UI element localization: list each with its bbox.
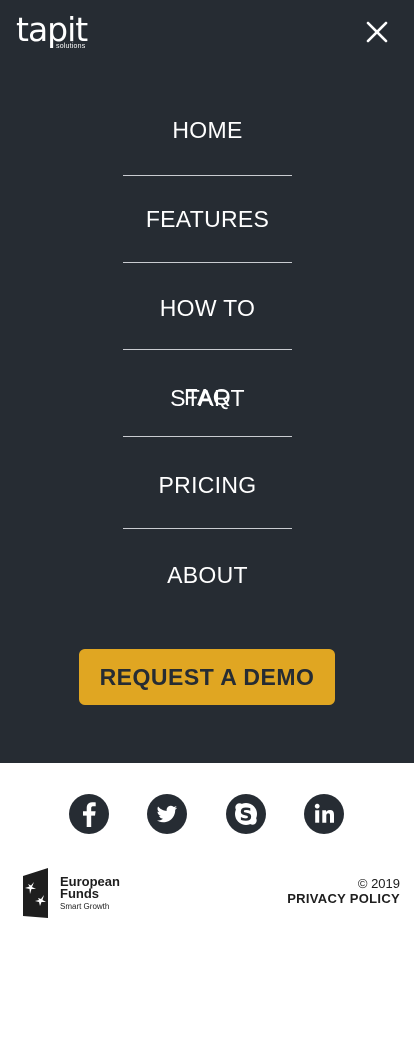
eu-flag-icon	[23, 868, 48, 918]
tapit-logo[interactable]: tapit solutions	[16, 12, 96, 52]
nav-item-faq[interactable]: FAQ	[123, 350, 292, 436]
close-menu-button[interactable]	[360, 15, 394, 49]
mobile-menu-panel: tapit solutions HOME FEATURES HOW TO STA…	[0, 0, 414, 763]
svg-text:S: S	[240, 805, 253, 826]
nav-item-how-to-start[interactable]: HOW TO START	[123, 263, 292, 411]
nav-item-pricing[interactable]: PRICING	[123, 437, 292, 528]
facebook-icon[interactable]	[68, 793, 110, 835]
twitter-icon[interactable]	[146, 793, 188, 835]
european-funds-logo: European Funds Smart Growth	[22, 868, 132, 920]
logo-subtitle: solutions	[56, 43, 86, 50]
nav-item-home[interactable]: HOME	[123, 86, 292, 175]
skype-icon[interactable]: S	[225, 793, 267, 835]
eu-line-funds: Funds	[60, 886, 99, 901]
eu-line-smart-growth: Smart Growth	[60, 902, 110, 911]
request-demo-button[interactable]: REQUEST A DEMO	[79, 649, 335, 705]
copyright-text: © 2019	[357, 876, 400, 891]
close-icon	[366, 21, 388, 43]
main-nav: HOME FEATURES HOW TO START FAQ PRICING A…	[123, 86, 292, 621]
social-links: S	[0, 793, 414, 835]
nav-item-features[interactable]: FEATURES	[123, 176, 292, 262]
linkedin-icon[interactable]	[303, 793, 345, 835]
eu-text: European Funds Smart Growth	[60, 875, 120, 914]
nav-item-about[interactable]: ABOUT	[123, 529, 292, 621]
privacy-policy-link[interactable]: PRIVACY POLICY	[287, 891, 400, 907]
